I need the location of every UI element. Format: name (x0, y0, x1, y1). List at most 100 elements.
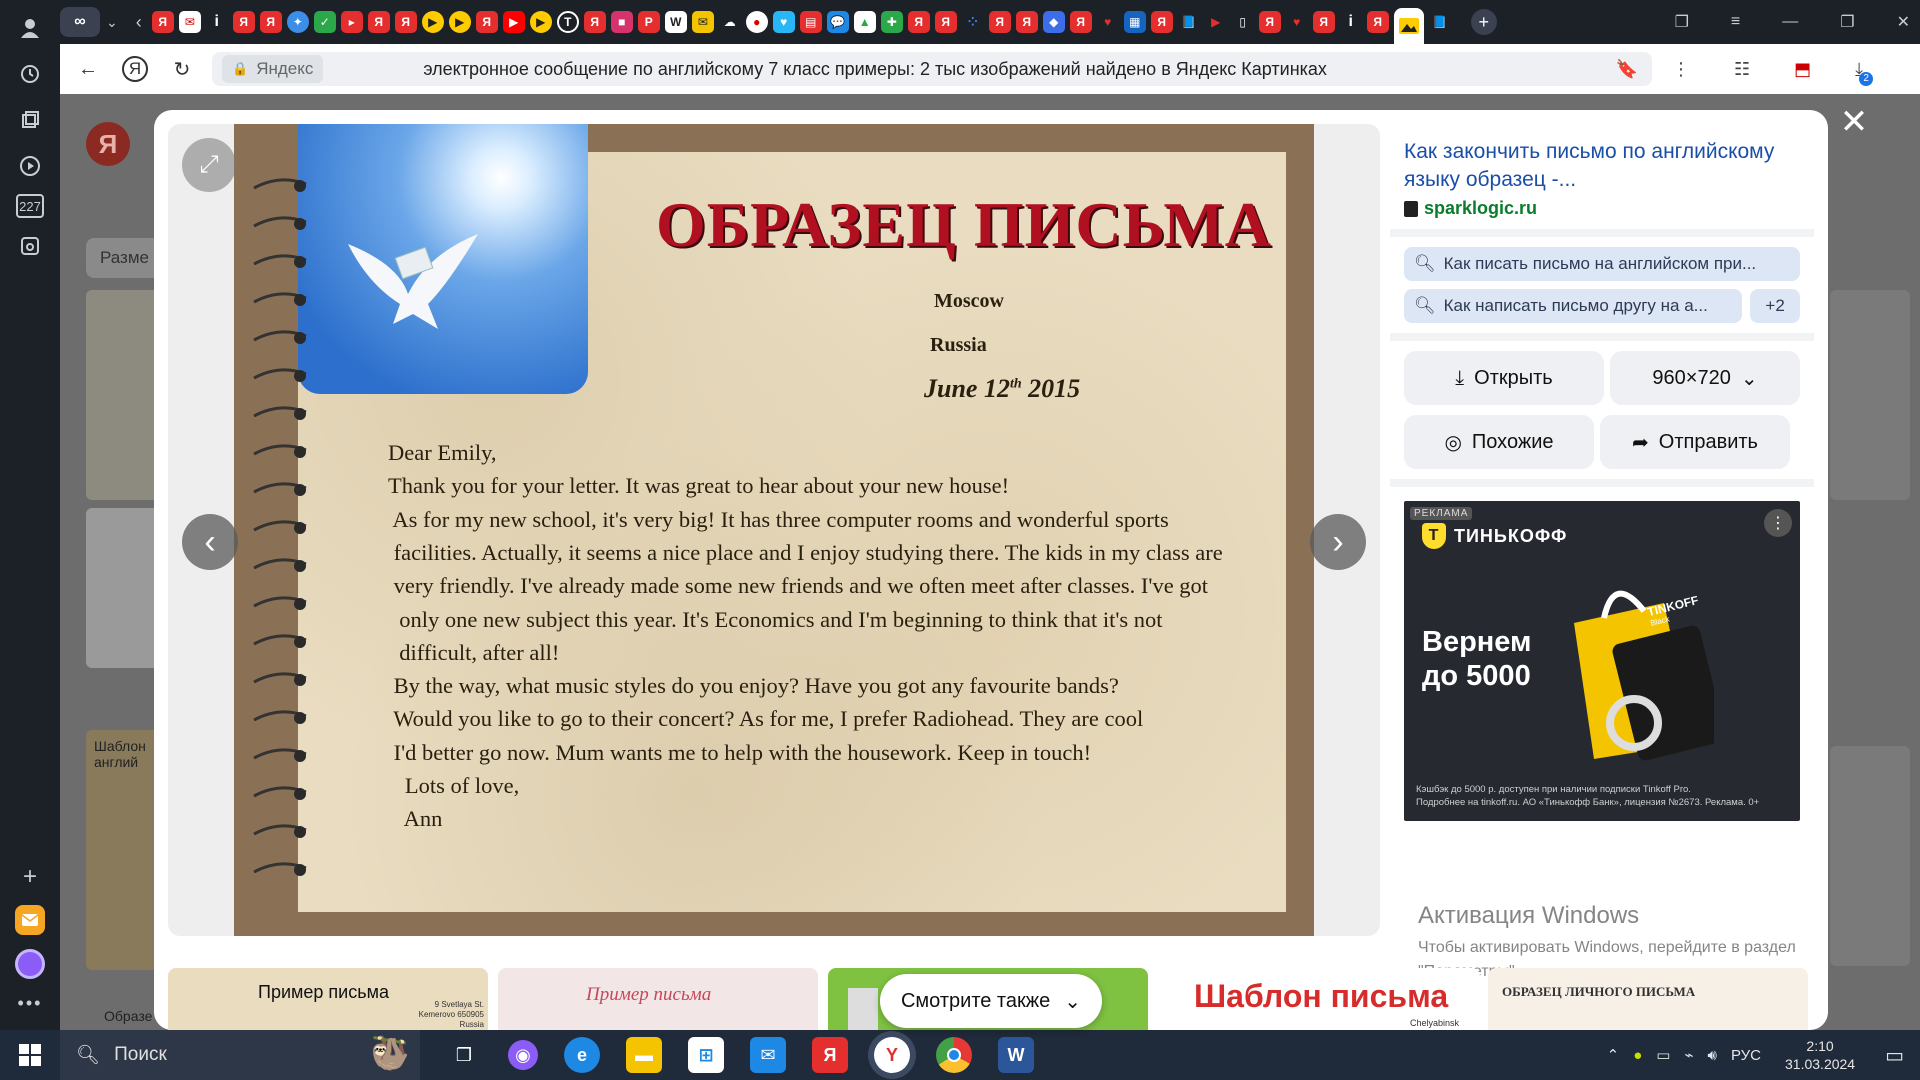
network-icon[interactable]: ⌁ (1684, 1046, 1693, 1064)
tab-info-icon[interactable]: i (1340, 11, 1362, 33)
tab-yandex-icon[interactable]: Я (475, 11, 498, 33)
pdf-extension-icon[interactable]: ⬒ (1794, 59, 1811, 80)
video-play-icon[interactable] (12, 148, 48, 184)
close-viewer-button[interactable]: ✕ (1836, 103, 1872, 141)
tab-book-icon[interactable]: 📘 (1429, 11, 1451, 33)
tab-favicon-icon[interactable]: ◆ (1042, 11, 1065, 33)
more-queries-chip[interactable]: +2 (1750, 289, 1800, 323)
tab-play-icon[interactable]: ▶ (448, 11, 471, 33)
yandex-app-icon[interactable]: Я (812, 1037, 848, 1073)
tab-group-infinity-icon[interactable]: ∞ (60, 7, 100, 37)
tab-video-icon[interactable]: ▶ (1205, 11, 1227, 33)
address-field[interactable]: 🔒 Яндекс электронное сообщение по англий… (212, 52, 1652, 86)
more-dots-icon[interactable]: ••• (18, 993, 43, 1014)
tab-yandex-icon[interactable]: Я (367, 11, 390, 33)
thumbnail[interactable]: Пример письма (498, 968, 818, 1030)
see-also-button[interactable]: Смотрите также ⌄ (880, 974, 1102, 1028)
reading-list-icon[interactable]: ☷ (1734, 59, 1750, 80)
tab-heart-icon[interactable]: ♥ (1097, 11, 1119, 33)
tab-heart-icon[interactable]: ♥ (1286, 11, 1308, 33)
tab-favicon-icon[interactable]: T (556, 11, 579, 33)
add-panel-icon[interactable]: + (23, 863, 37, 891)
tab-drive-icon[interactable]: ▲ (853, 11, 876, 33)
downloads-icon[interactable]: ⤓ 2 (1855, 59, 1874, 86)
tab-check-icon[interactable]: ✓ (313, 11, 336, 33)
tab-mail-icon[interactable]: ✉ (691, 11, 714, 33)
volume-icon[interactable]: 🔊︎ (1708, 1047, 1717, 1064)
yandex-home-icon[interactable]: Я (122, 56, 148, 82)
tab-yandex-icon[interactable]: Я (259, 11, 282, 33)
tab-manager-icon[interactable]: ❐ (1675, 12, 1689, 32)
tab-yandex-icon[interactable]: Я (988, 11, 1011, 33)
tab-yandex-icon[interactable]: Я (907, 11, 930, 33)
task-view-icon[interactable]: ❐ (446, 1037, 482, 1073)
tab-video-icon[interactable]: ▸ (340, 11, 363, 33)
ad-options-icon[interactable]: ⋮ (1764, 509, 1792, 537)
battery-icon[interactable]: ▭ (1656, 1046, 1670, 1064)
downloads-panel-icon[interactable]: ≡ (1731, 13, 1740, 31)
chrome-icon[interactable] (936, 1037, 972, 1073)
tab-yandex-icon[interactable]: Я (1150, 11, 1173, 33)
more-vertical-icon[interactable]: ⋮ (1672, 59, 1690, 80)
tab-plus-icon[interactable]: ✚ (880, 11, 903, 33)
tab-favicon-icon[interactable]: ☁ (719, 11, 741, 33)
similar-images-button[interactable]: ◎ Похожие (1404, 415, 1594, 469)
related-query-chip[interactable]: 🔍︎ Как написать письмо другу на а... (1404, 289, 1743, 323)
source-title-link[interactable]: Как закончить письмо по английскому язык… (1404, 138, 1800, 194)
screenshot-icon[interactable] (12, 228, 48, 264)
collections-icon[interactable] (12, 102, 48, 138)
expand-fullscreen-button[interactable]: ⤢ (182, 138, 236, 192)
tab-yandex-icon[interactable]: Я (1258, 11, 1281, 33)
bookmark-icon[interactable]: 🔖 (1616, 59, 1638, 80)
yandex-logo[interactable]: Я (86, 122, 130, 166)
related-query-chip[interactable]: 🔍︎ Как писать письмо на английском при... (1404, 247, 1800, 281)
tab-favicon-icon[interactable]: ✉ (178, 11, 201, 33)
tab-wikipedia-icon[interactable]: W (664, 11, 687, 33)
tab-favicon-icon[interactable]: ▦ (1123, 11, 1146, 33)
next-image-button[interactable]: › (1310, 514, 1366, 570)
previous-image-button[interactable]: ‹ (182, 514, 238, 570)
result-thumbnail[interactable] (1830, 290, 1910, 500)
tab-favicon-icon[interactable]: ⁘ (962, 11, 984, 33)
tab-document-icon[interactable]: ▤ (799, 11, 822, 33)
image-size-select[interactable]: 960×720 ⌄ (1610, 351, 1800, 405)
edge-browser-icon[interactable]: e (564, 1037, 600, 1073)
tab-book-icon[interactable]: 📘 (1178, 11, 1200, 33)
tab-yandex-icon[interactable]: Я (1366, 11, 1389, 33)
tray-expand-icon[interactable]: ⌃ (1607, 1046, 1620, 1064)
file-explorer-icon[interactable]: ▬ (626, 1037, 662, 1073)
tab-yandex-icon[interactable]: Я (232, 11, 255, 33)
tab-favicon-icon[interactable]: P (637, 11, 660, 33)
profile-icon[interactable] (12, 10, 48, 46)
source-site-link[interactable]: sparklogic.ru (1404, 198, 1800, 219)
tab-yandex-icon[interactable]: Я (934, 11, 957, 33)
windows-start-icon[interactable] (0, 1044, 60, 1066)
tabs-scroll-left-icon[interactable]: ‹ (136, 12, 142, 33)
minimize-icon[interactable]: — (1782, 13, 1798, 31)
share-button[interactable]: ➦ Отправить (1600, 415, 1790, 469)
tray-app-icon[interactable]: ● (1633, 1047, 1642, 1064)
reload-icon[interactable]: ↻ (162, 57, 202, 82)
tinkoff-ad-banner[interactable]: РЕКЛАМА ⋮ T ТИНЬКОФФ Вернем до 5000 TINK… (1404, 501, 1800, 821)
tab-favicon-icon[interactable]: ✦ (286, 11, 309, 33)
clock[interactable]: 2:10 31.03.2024 (1785, 1037, 1855, 1073)
close-window-icon[interactable]: ✕ (1897, 12, 1910, 32)
thumbnail[interactable]: Шаблон письма Chelyabinsk (1160, 968, 1480, 1030)
yandex-browser-icon[interactable]: Y (874, 1037, 910, 1073)
taskbar-search[interactable]: 🔍︎ Поиск 🦥 (60, 1030, 420, 1080)
word-app-icon[interactable]: W (998, 1037, 1034, 1073)
open-image-button[interactable]: ⤓ Открыть (1404, 351, 1604, 405)
input-language[interactable]: РУС (1731, 1047, 1761, 1064)
microsoft-store-icon[interactable]: ⊞ (688, 1037, 724, 1073)
notifications-count-badge[interactable]: 227 (16, 194, 44, 218)
tab-play-icon[interactable]: ▶ (421, 11, 444, 33)
tab-yandex-icon[interactable]: Я (1312, 11, 1335, 33)
tab-yandex-icon[interactable]: Я (1069, 11, 1092, 33)
tab-yandex-icon[interactable]: Я (583, 11, 606, 33)
history-icon[interactable] (12, 56, 48, 92)
alice-app-icon[interactable]: ◉ (508, 1040, 538, 1070)
thumbnail[interactable]: ОБРАЗЕЦ ЛИЧНОГО ПИСЬМА (1488, 968, 1808, 1030)
restore-icon[interactable]: ❐ (1840, 12, 1854, 32)
tab-info-icon[interactable]: i (206, 11, 228, 33)
tab-play-icon[interactable]: ▶ (529, 11, 552, 33)
